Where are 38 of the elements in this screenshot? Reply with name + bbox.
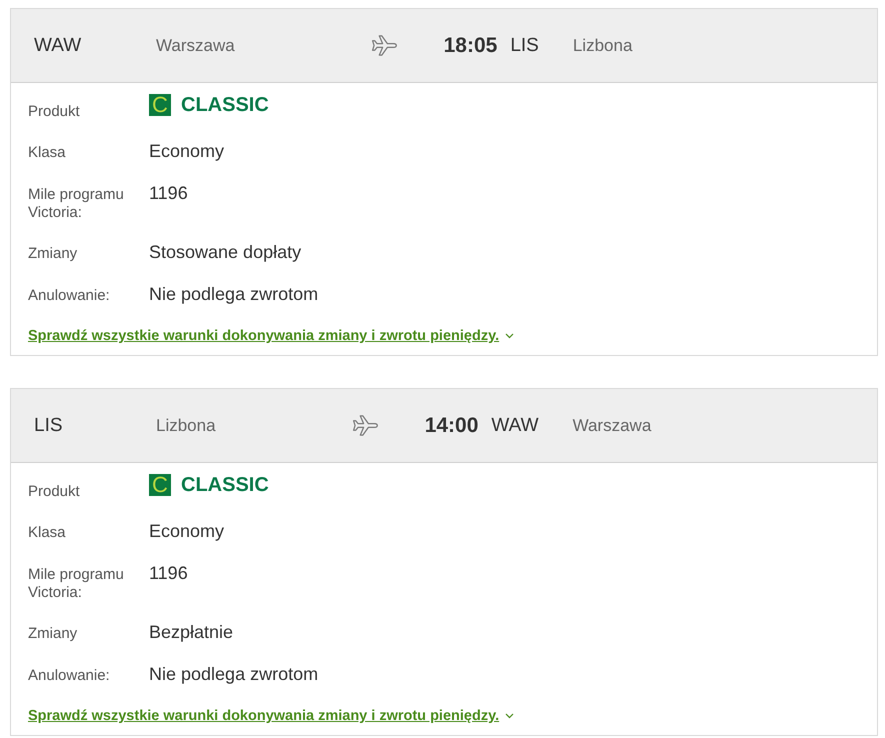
detail-value: Nie podlega zwrotom	[149, 663, 320, 686]
origin-city: Lizbona	[155, 416, 217, 436]
fare-logo-mark: C	[149, 94, 171, 116]
detail-value: Economy	[149, 140, 226, 163]
fare-logo-mark: C	[149, 474, 171, 496]
flight-time: 14:00	[424, 414, 478, 438]
origin-city: Warszawa	[155, 36, 236, 56]
detail-value: Economy	[149, 520, 226, 543]
detail-label: Anulowanie:	[28, 286, 111, 305]
chevron-down-icon	[505, 333, 514, 339]
origin-code: LIS	[34, 414, 64, 436]
destination-code: LIS	[510, 34, 539, 56]
detail-label: Zmiany	[28, 244, 78, 263]
airplane-icon	[370, 34, 398, 57]
fare-name: CLASSIC	[181, 94, 269, 116]
detail-value: Stosowane dopłaty	[149, 241, 302, 264]
destination-city: Lizbona	[572, 36, 632, 56]
detail-label: Anulowanie:	[28, 666, 111, 685]
detail-value: Bezpłatnie	[149, 621, 234, 644]
detail-value: Nie podlega zwrotom	[149, 283, 320, 306]
detail-value: 1196	[149, 562, 189, 585]
destination-city: Warszawa	[572, 416, 652, 436]
detail-label: Klasa	[28, 523, 67, 542]
detail-label: Mile programu Victoria:	[28, 565, 125, 602]
detail-label: Zmiany	[28, 624, 78, 643]
conditions-link[interactable]: Sprawdź wszystkie warunki dokonywania zmiany i zwrotu pieniędzy.	[28, 326, 500, 346]
fare-name: CLASSIC	[181, 474, 269, 496]
airplane-icon	[352, 414, 379, 437]
chevron-down-icon	[505, 713, 514, 719]
detail-label: Produkt	[28, 102, 81, 121]
detail-label: Klasa	[28, 143, 67, 162]
destination-code: WAW	[491, 414, 539, 436]
flight-time: 18:05	[444, 34, 498, 58]
detail-value: 1196	[149, 182, 189, 205]
origin-code: WAW	[34, 34, 82, 56]
detail-label: Produkt	[28, 482, 81, 501]
conditions-link[interactable]: Sprawdź wszystkie warunki dokonywania zmiany i zwrotu pieniędzy.	[28, 706, 500, 726]
detail-label: Mile programu Victoria:	[28, 185, 125, 222]
